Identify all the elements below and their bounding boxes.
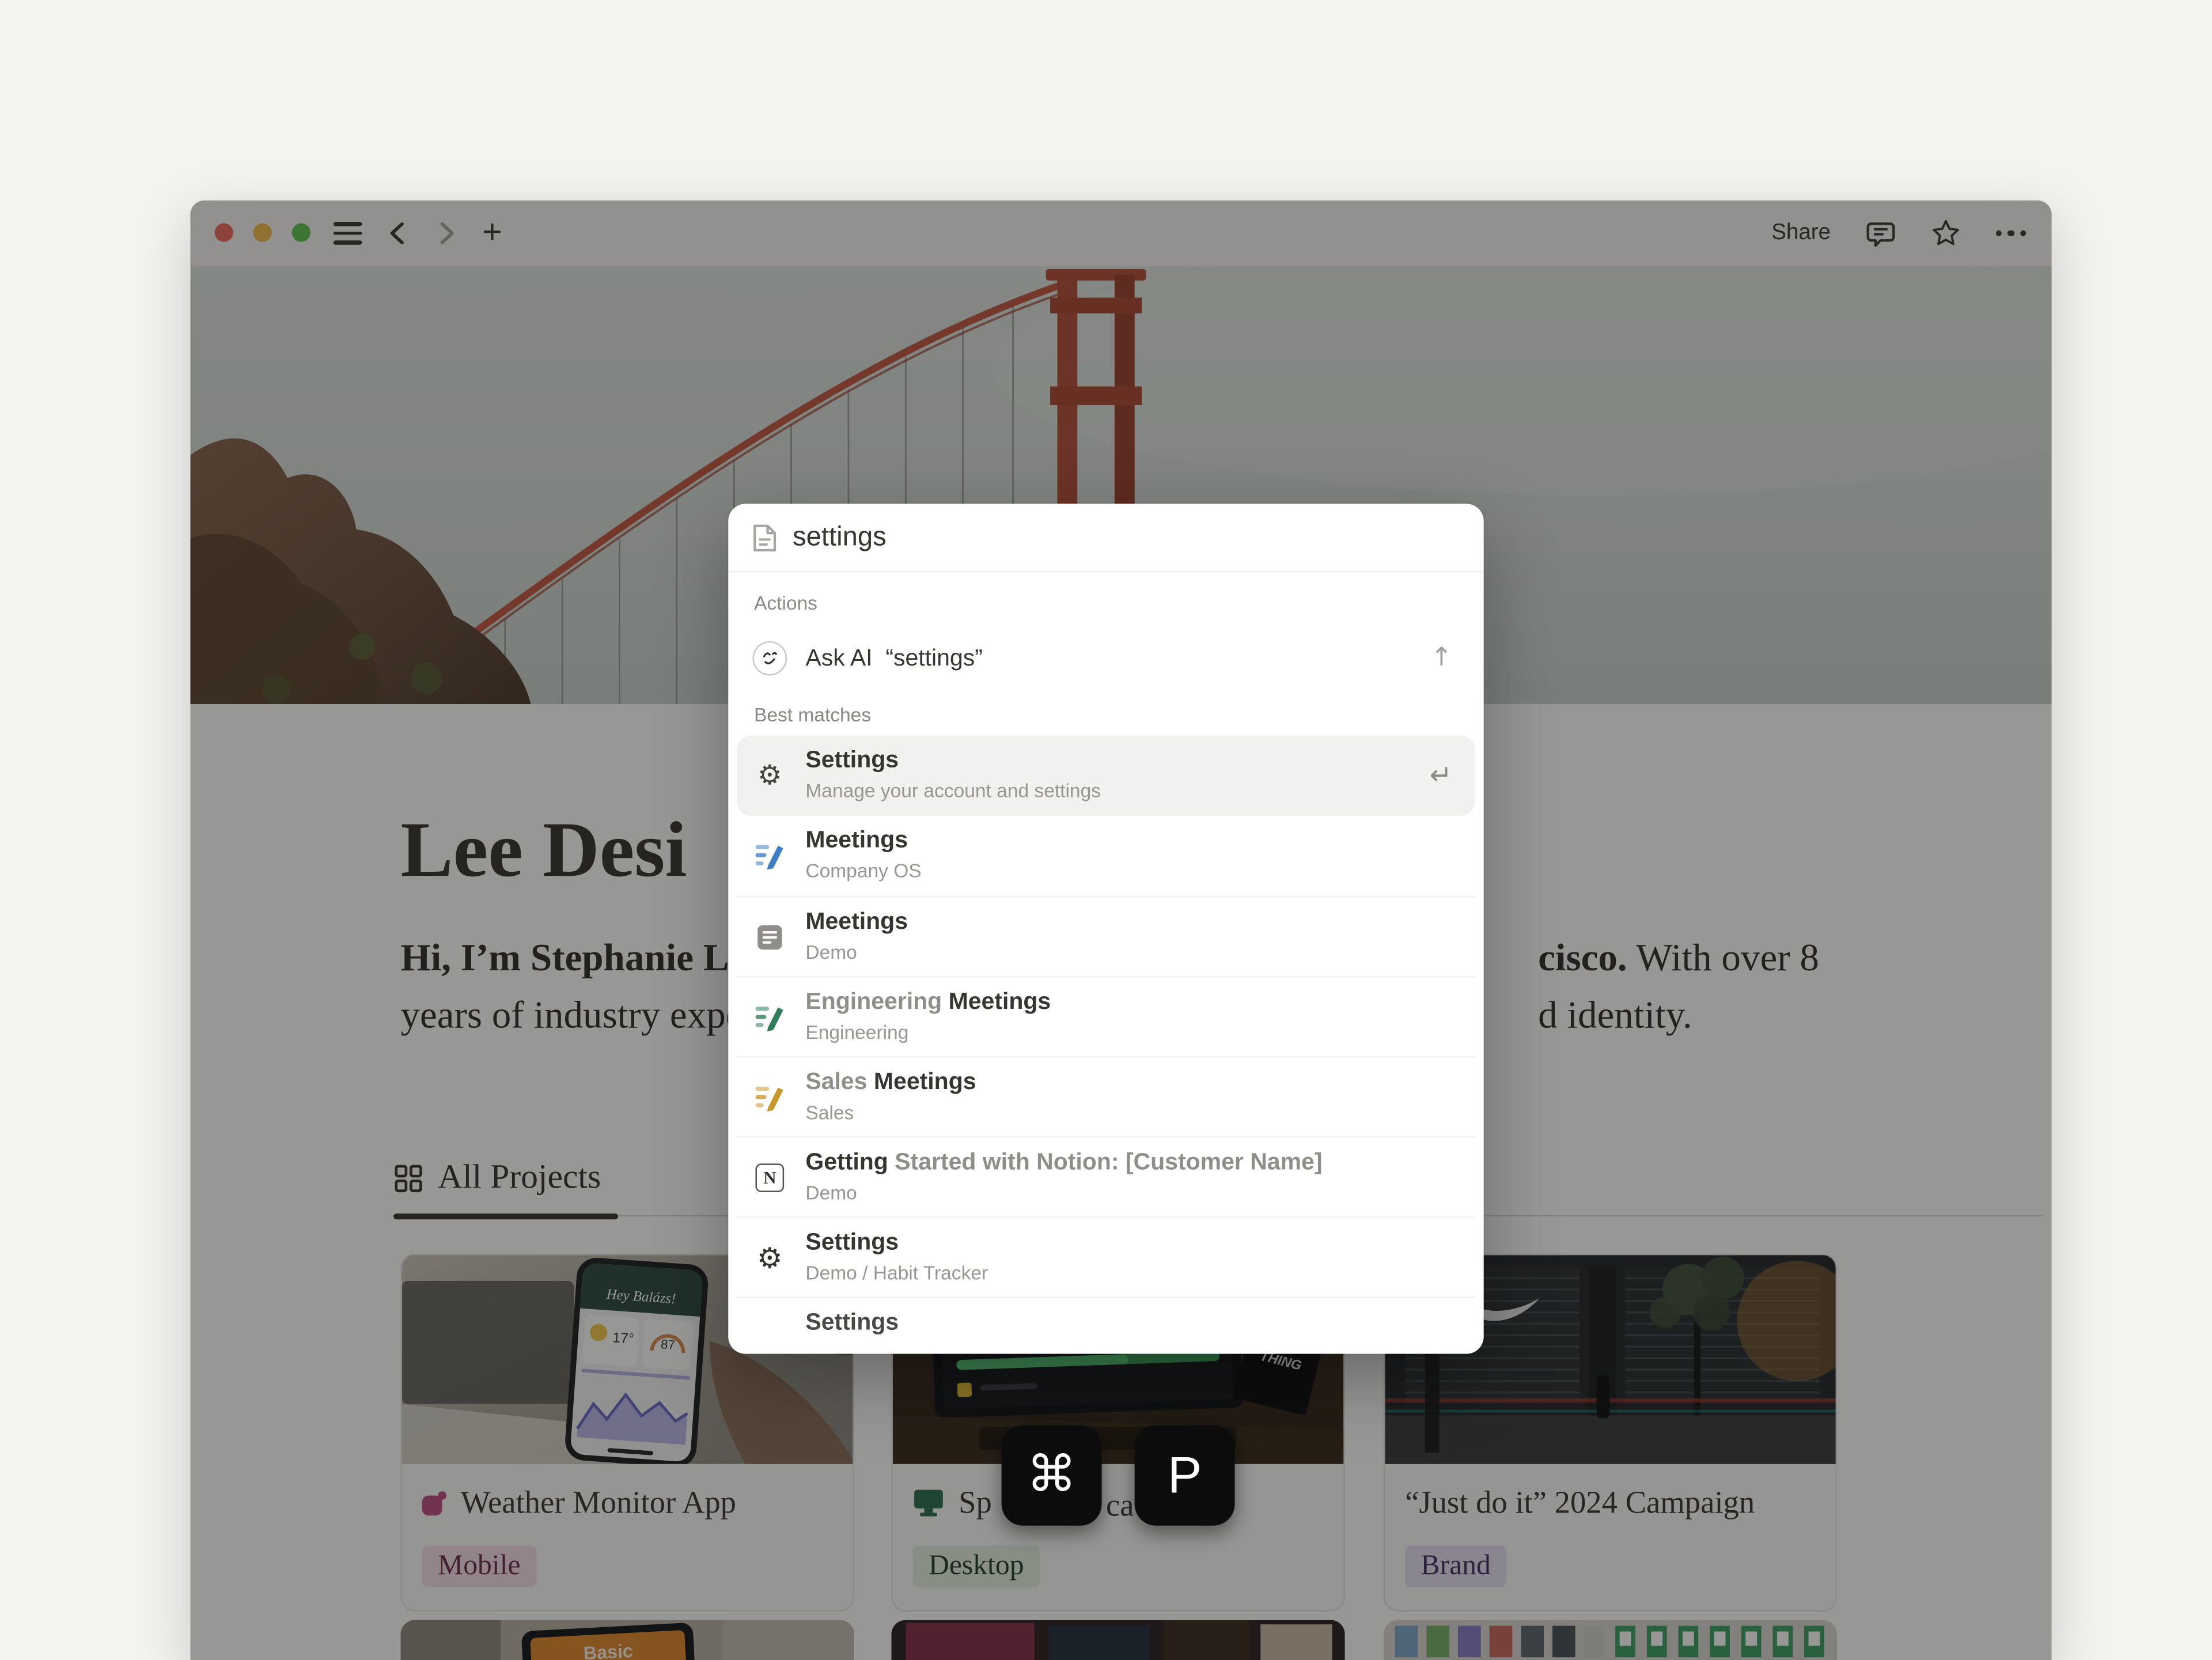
- actions-section-label: Actions: [754, 592, 817, 614]
- ask-ai-icon: [752, 641, 787, 676]
- notion-logo-icon: N: [752, 1138, 787, 1218]
- result-settings[interactable]: ⚙ Settings Manage your account and setti…: [737, 736, 1475, 816]
- result-sales-meetings[interactable]: Sales Meetings Sales: [737, 1056, 1475, 1136]
- page-icon: [752, 523, 777, 552]
- keycap-command: ⌘: [1002, 1425, 1102, 1526]
- ask-ai-label: Ask AI “settings”: [805, 645, 983, 672]
- result-meetings-demo[interactable]: Meetings Demo: [737, 896, 1475, 976]
- meeting-notes-icon: [752, 816, 787, 896]
- submit-arrow-icon: ↑: [1431, 642, 1452, 672]
- keycap-p: P: [1135, 1425, 1235, 1526]
- result-settings-partial[interactable]: Settings: [737, 1296, 1475, 1353]
- gear-icon: ⚙: [752, 1218, 787, 1298]
- note-icon: [752, 897, 787, 977]
- meeting-notes-icon: [752, 977, 787, 1057]
- search-bar[interactable]: settings: [728, 504, 1483, 572]
- result-meetings-company-os[interactable]: Meetings Company OS: [737, 816, 1475, 896]
- enter-key-icon: ↵: [1430, 760, 1453, 792]
- search-input[interactable]: settings: [793, 521, 887, 553]
- best-matches-section-label: Best matches: [754, 704, 871, 725]
- meeting-notes-icon: [752, 1058, 787, 1138]
- ask-ai-row[interactable]: Ask AI “settings” ↑: [737, 624, 1475, 693]
- result-getting-started[interactable]: N Getting Started with Notion: [Customer…: [737, 1136, 1475, 1216]
- gear-icon: ⚙: [752, 736, 787, 816]
- screen: + Share: [0, 0, 2212, 1660]
- search-results: ⚙ Settings Manage your account and setti…: [737, 736, 1475, 1354]
- result-engineering-meetings[interactable]: Engineering Meetings Engineering: [737, 976, 1475, 1056]
- result-settings-habit-tracker[interactable]: ⚙ Settings Demo / Habit Tracker: [737, 1216, 1475, 1296]
- search-modal: settings Actions Ask AI “settings” ↑ Bes…: [728, 504, 1483, 1353]
